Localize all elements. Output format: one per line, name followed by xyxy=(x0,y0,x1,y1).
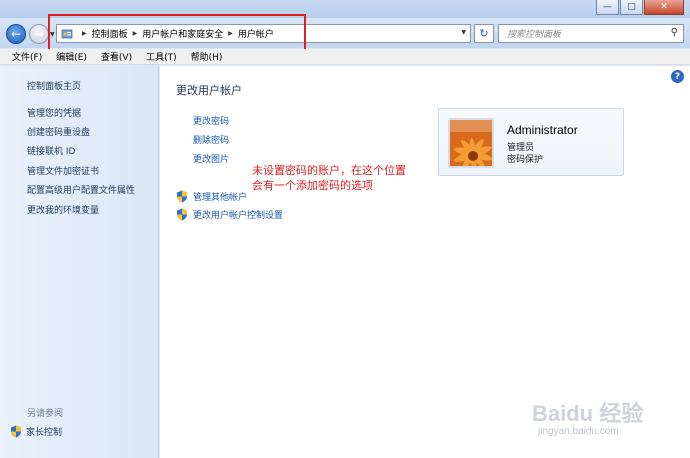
sidebar-item-environment-variables[interactable]: 更改我的环境变量 xyxy=(27,203,99,216)
annotation-text: 未设置密码的账户，在这个位置 会有一个添加密码的选项 xyxy=(252,163,442,193)
maximize-icon: □ xyxy=(627,2,636,12)
maximize-button[interactable]: □ xyxy=(620,0,643,15)
back-button[interactable]: ← xyxy=(6,24,26,44)
sidebar-item-password-reset-disk[interactable]: 创建密码重设盘 xyxy=(27,125,90,138)
uac-settings-link[interactable]: 更改用户帐户控制设置 xyxy=(176,208,283,221)
annotation-line-2: 会有一个添加密码的选项 xyxy=(252,179,373,192)
user-account-card: Administrator 管理员 密码保护 xyxy=(438,108,624,176)
window-controls: — □ ✕ xyxy=(596,0,684,15)
sidebar-item-advanced-profile[interactable]: 配置高级用户配置文件属性 xyxy=(27,183,135,196)
sidebar-item-link-online-id[interactable]: 链接联机 ID xyxy=(27,144,75,157)
change-password-link[interactable]: 更改密码 xyxy=(193,114,229,127)
menu-tools[interactable]: 工具(T) xyxy=(146,50,177,63)
refresh-icon: ↻ xyxy=(479,27,489,40)
user-avatar xyxy=(448,118,494,168)
sidebar-item-encryption-certificates[interactable]: 管理文件加密证书 xyxy=(27,164,99,177)
sidebar-item-manage-credentials[interactable]: 管理您的凭据 xyxy=(27,106,81,119)
baidu-watermark: Baidu 经验 xyxy=(532,401,644,426)
remove-password-link[interactable]: 删除密码 xyxy=(193,133,229,146)
menu-bar: 文件(F) 编辑(E) 查看(V) 工具(T) 帮助(H) xyxy=(0,49,690,65)
address-highlight-box xyxy=(48,14,306,51)
parental-controls-label: 家长控制 xyxy=(26,428,63,438)
search-placeholder: 搜索控制面板 xyxy=(507,30,562,40)
forward-button[interactable]: → xyxy=(29,24,49,44)
minimize-icon: — xyxy=(603,2,612,12)
baidu-watermark-url: jingyan.baidu.com xyxy=(538,426,619,437)
refresh-button[interactable]: ↻ xyxy=(474,24,494,43)
close-icon: ✕ xyxy=(660,2,668,12)
back-arrow-icon: ← xyxy=(10,27,22,41)
see-also-heading: 另请参阅 xyxy=(27,409,64,419)
help-icon[interactable]: ? xyxy=(671,70,684,83)
user-name: Administrator xyxy=(507,123,578,137)
password-status: 密码保护 xyxy=(507,155,544,165)
menu-edit[interactable]: 编辑(E) xyxy=(56,50,87,63)
manage-other-accounts-link[interactable]: 管理其他帐户 xyxy=(176,190,247,203)
close-button[interactable]: ✕ xyxy=(644,0,684,15)
flower-picture-icon xyxy=(450,120,492,166)
search-icon[interactable]: ⚲ xyxy=(671,27,678,38)
uac-shield-icon xyxy=(11,425,21,438)
annotation-line-1: 未设置密码的账户，在这个位置 xyxy=(252,164,406,177)
change-picture-link[interactable]: 更改图片 xyxy=(193,152,229,165)
uac-shield-icon xyxy=(177,208,187,221)
menu-help[interactable]: 帮助(H) xyxy=(191,50,223,63)
manage-other-accounts-label: 管理其他帐户 xyxy=(193,193,248,203)
menu-file[interactable]: 文件(F) xyxy=(12,50,42,63)
page-title: 更改用户帐户 xyxy=(176,84,242,97)
sidebar-control-panel-home[interactable]: 控制面板主页 xyxy=(27,79,81,92)
sidebar-item-parental-controls[interactable]: 家长控制 xyxy=(10,425,62,438)
search-input[interactable]: 搜索控制面板 ⚲ xyxy=(498,24,684,43)
forward-arrow-icon: → xyxy=(33,27,45,41)
uac-shield-icon xyxy=(177,190,187,203)
uac-settings-label: 更改用户帐户控制设置 xyxy=(193,211,284,221)
menu-view[interactable]: 查看(V) xyxy=(101,50,132,63)
sidebar: 控制面板主页 管理您的凭据 创建密码重设盘 链接联机 ID 管理文件加密证书 配… xyxy=(0,66,159,458)
minimize-button[interactable]: — xyxy=(596,0,619,15)
address-dropdown-icon[interactable]: ▼ xyxy=(461,29,466,36)
